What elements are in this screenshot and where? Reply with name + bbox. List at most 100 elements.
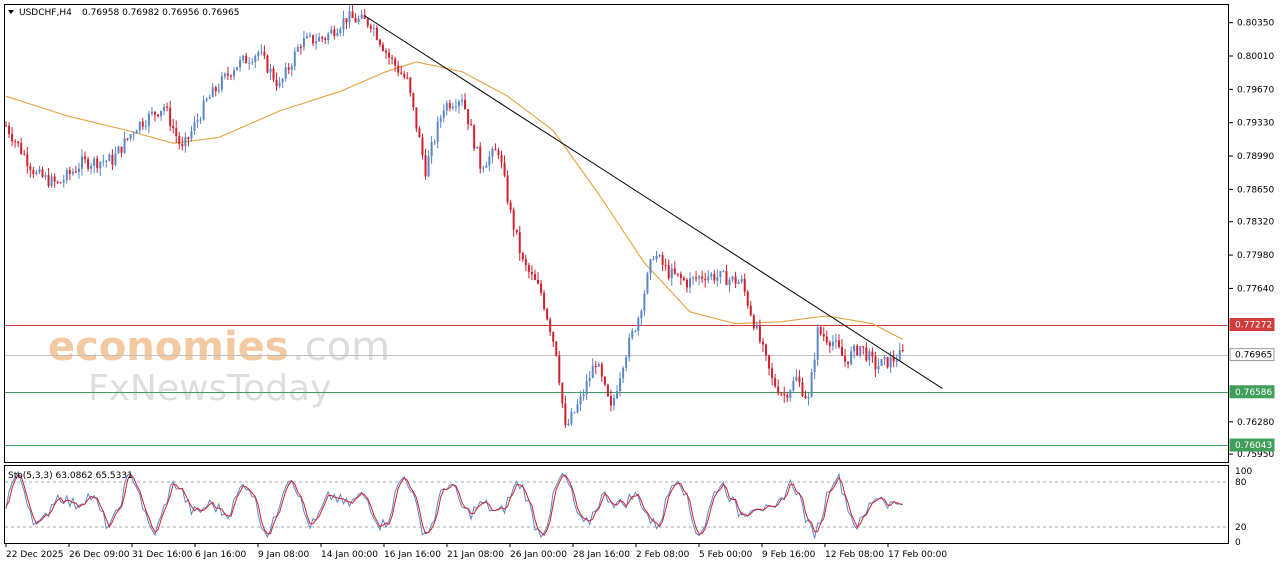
stochastic-panel: 80 20 0 100 — [5, 467, 1252, 548]
candle-body — [716, 277, 719, 281]
candle-body — [391, 57, 394, 59]
candle-body — [275, 79, 278, 87]
candle-body — [461, 99, 463, 102]
candle-body — [321, 37, 324, 39]
candle-body — [613, 398, 615, 406]
candle-body — [421, 137, 424, 156]
candle-body — [707, 276, 710, 281]
candle-body — [290, 66, 293, 70]
candle-body — [676, 273, 679, 275]
candle-body — [868, 351, 871, 361]
candle-body — [144, 125, 147, 127]
candle-body — [217, 89, 220, 92]
candle-body — [619, 378, 622, 392]
candle-body — [141, 121, 144, 127]
candle-body — [281, 78, 284, 83]
candle-body — [834, 340, 837, 342]
level-tag-2: 0.76586 — [1235, 388, 1272, 398]
candle-body — [105, 160, 108, 162]
candle-body — [93, 158, 96, 166]
candle-body — [430, 142, 433, 157]
time-label-10: 2 Feb 08:00 — [636, 550, 690, 560]
candle-body — [895, 360, 898, 362]
candle-body — [74, 171, 77, 173]
candle-body — [236, 67, 239, 71]
dropdown-triangle-icon[interactable] — [8, 10, 14, 14]
candle-body — [530, 271, 533, 275]
candle-body — [59, 182, 62, 184]
candle-body — [661, 255, 664, 265]
candle-body — [856, 345, 859, 356]
candle-body — [351, 11, 354, 19]
candle-body — [673, 268, 676, 274]
candle-body — [743, 278, 746, 292]
time-label-12: 9 Feb 16:00 — [762, 550, 816, 560]
candle-body — [427, 156, 430, 177]
candle-body — [518, 232, 521, 254]
candle-body — [883, 356, 886, 360]
candle-body — [728, 279, 731, 286]
candle-body — [795, 376, 798, 381]
candle-body — [476, 146, 479, 149]
candle-body — [44, 175, 47, 177]
candle-body — [655, 255, 658, 260]
candle-body — [679, 274, 682, 279]
candle-body — [488, 156, 491, 166]
candle-body — [409, 77, 412, 94]
candle-body — [828, 342, 831, 347]
candle-body — [20, 143, 23, 154]
time-label-8: 26 Jan 00:00 — [510, 550, 567, 560]
candle-body — [521, 253, 524, 260]
candle-body — [111, 154, 114, 165]
candle-body — [239, 59, 242, 68]
candle-body — [448, 103, 451, 109]
candle-body — [296, 47, 299, 52]
candle-body — [242, 55, 245, 60]
price-label-6: 0.78320 — [1237, 218, 1274, 228]
candle-body — [187, 137, 190, 139]
candle-body — [117, 146, 120, 154]
candle-body — [163, 106, 166, 111]
moving-average — [5, 61, 904, 340]
candle-body — [132, 133, 135, 135]
candle-body — [394, 58, 397, 66]
candle-body — [77, 168, 80, 172]
candle-body — [451, 106, 454, 109]
candle-body — [859, 346, 862, 356]
stoch-axis-label-2: 0 — [1235, 538, 1241, 548]
candle-body — [433, 141, 436, 143]
candle-body — [381, 44, 384, 51]
candle-body — [503, 162, 506, 176]
candle-body — [877, 365, 880, 370]
candle-body — [41, 169, 44, 177]
candle-body — [360, 14, 363, 19]
candle-body — [616, 391, 619, 399]
candle-body — [758, 325, 761, 342]
candle-body — [299, 47, 302, 49]
candle-body — [512, 209, 515, 230]
candle-body — [348, 11, 351, 23]
candle-body — [670, 268, 673, 279]
candle-body — [746, 291, 749, 306]
candle-body — [388, 52, 391, 58]
candle-body — [850, 351, 853, 364]
candle-body — [287, 67, 290, 70]
candle-body — [372, 27, 375, 29]
candle-body — [585, 381, 588, 395]
candle-body — [150, 111, 153, 114]
level-tag-0: 0.77272 — [1235, 321, 1272, 331]
candle-body — [810, 372, 813, 397]
candle-body — [634, 330, 637, 332]
candle-body — [540, 283, 543, 293]
time-label-2: 31 Dec 16:00 — [132, 550, 193, 560]
candle-body — [527, 265, 530, 272]
level-tag-3: 0.76043 — [1235, 441, 1272, 451]
candle-body — [327, 33, 330, 41]
stoch-axis-label-0: 80 — [1235, 478, 1247, 488]
candle-body — [801, 382, 804, 396]
candle-body — [698, 276, 701, 279]
candle-body — [537, 279, 539, 284]
candle-body — [436, 121, 439, 142]
candle-body — [315, 41, 318, 44]
candle-body — [457, 101, 460, 107]
